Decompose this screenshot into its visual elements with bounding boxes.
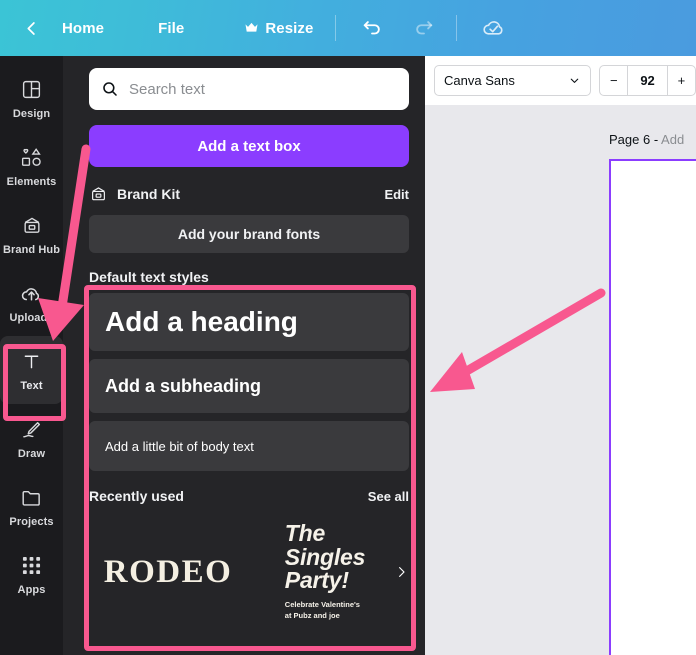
home-label: Home bbox=[62, 19, 105, 37]
toolbar-divider-2 bbox=[456, 15, 458, 41]
undo-icon bbox=[364, 21, 381, 35]
toolbar-divider-1 bbox=[335, 15, 337, 41]
resize-button[interactable]: Resize bbox=[230, 10, 327, 46]
sidebar-item-label: Projects bbox=[9, 515, 54, 528]
search-icon bbox=[103, 82, 117, 96]
font-size-increase-button[interactable]: + bbox=[666, 66, 695, 95]
font-family-value: Canva Sans bbox=[444, 73, 515, 88]
sidebar-item-label: Design bbox=[12, 107, 51, 120]
folder-icon bbox=[20, 485, 43, 511]
sidebar-item-label: Brand Hub bbox=[2, 243, 61, 256]
redo-icon bbox=[416, 21, 433, 35]
design-canvas[interactable] bbox=[609, 159, 696, 655]
file-menu-button[interactable]: File bbox=[144, 10, 198, 46]
brand-kit-title: Brand Kit bbox=[117, 186, 180, 202]
sidebar-item-label: Apps bbox=[17, 583, 46, 596]
font-family-select[interactable]: Canva Sans bbox=[434, 65, 592, 96]
top-toolbar: Home File Resize bbox=[0, 0, 696, 56]
brand-hub-icon bbox=[21, 213, 43, 239]
file-label: File bbox=[158, 19, 185, 37]
brand-kit-header: Brand Kit Edit bbox=[89, 183, 409, 205]
font-size-stepper[interactable]: − 92 + bbox=[599, 65, 696, 96]
sidebar-item-projects[interactable]: Projects bbox=[0, 472, 63, 540]
sidebar-item-label: Draw bbox=[17, 447, 46, 460]
page-label: Page 6 - Add bbox=[425, 132, 696, 147]
canva-editor-window: Home File Resize Design Elements Brand H… bbox=[0, 0, 696, 655]
search-bar[interactable] bbox=[89, 68, 409, 110]
annotation-highlight-text-tool bbox=[3, 344, 66, 421]
font-size-value[interactable]: 92 bbox=[628, 66, 666, 95]
brand-kit-icon bbox=[92, 187, 105, 201]
save-status-button[interactable] bbox=[475, 10, 511, 46]
sidebar-item-brand-hub[interactable]: Brand Hub bbox=[0, 200, 63, 268]
sidebar-item-elements[interactable]: Elements bbox=[0, 132, 63, 200]
sidebar-item-label: Elements bbox=[6, 175, 57, 188]
chevron-left-icon bbox=[26, 21, 35, 35]
sidebar-item-design[interactable]: Design bbox=[0, 64, 63, 132]
annotation-highlight-default-styles bbox=[84, 285, 416, 651]
text-format-toolbar: Canva Sans − 92 + bbox=[425, 56, 696, 105]
redo-button[interactable] bbox=[406, 10, 442, 46]
upload-cloud-icon bbox=[20, 281, 43, 307]
sidebar-item-uploads[interactable]: Uploads bbox=[0, 268, 63, 336]
cloud-check-icon bbox=[483, 20, 503, 35]
home-button[interactable]: Home bbox=[48, 10, 118, 46]
search-input[interactable] bbox=[129, 80, 397, 98]
page-number-label: Page 6 - bbox=[609, 132, 662, 147]
shapes-icon bbox=[20, 145, 44, 171]
editor-area: Canva Sans − 92 + Page 6 - Add bbox=[425, 56, 696, 655]
apps-grid-icon bbox=[22, 553, 41, 579]
default-text-styles-title: Default text styles bbox=[89, 269, 209, 285]
brand-kit-edit-link[interactable]: Edit bbox=[384, 187, 409, 202]
design-layout-icon bbox=[21, 77, 42, 103]
crown-icon bbox=[245, 22, 258, 32]
add-brand-fonts-button[interactable]: Add your brand fonts bbox=[89, 215, 409, 253]
page-add-label[interactable]: Add bbox=[661, 132, 684, 147]
undo-button[interactable] bbox=[354, 10, 390, 46]
font-size-decrease-button[interactable]: − bbox=[600, 66, 629, 95]
sidebar-item-apps[interactable]: Apps bbox=[0, 540, 63, 608]
resize-label: Resize bbox=[265, 19, 314, 37]
back-button[interactable] bbox=[14, 11, 48, 45]
sidebar-item-label: Uploads bbox=[9, 311, 54, 324]
add-a-text-box-button[interactable]: Add a text box bbox=[89, 125, 409, 167]
chevron-down-icon bbox=[570, 78, 579, 83]
